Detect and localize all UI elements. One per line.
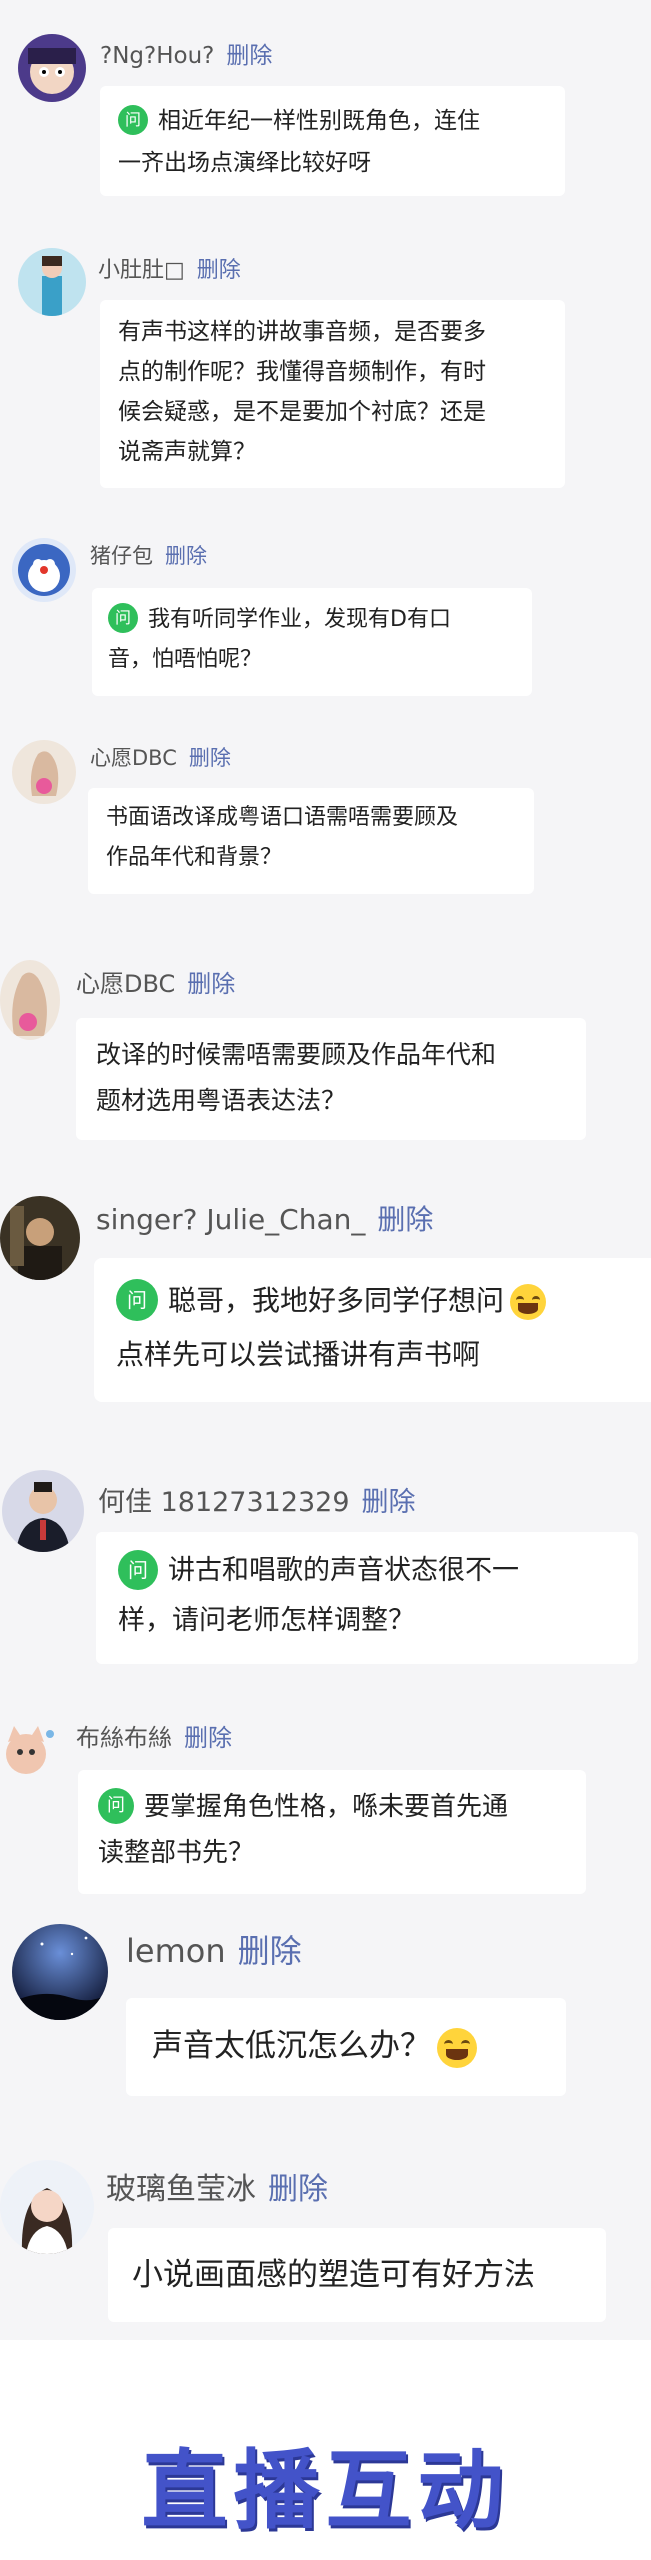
commenter-name: 心愿DBC <box>76 970 176 998</box>
question-badge-icon: 问 <box>118 104 148 135</box>
comment-text-line: 聪哥，我地好多同学仔想问 <box>168 1284 505 1317</box>
commenter-name: lemon <box>126 1932 226 1970</box>
commenter-name: 布絲布絲 <box>76 1724 172 1752</box>
comment-text-line: 讲古和唱歌的声音状态很不一 <box>168 1555 519 1586</box>
comment-text-line: 声音太低沉怎么办？ <box>152 2028 431 2064</box>
delete-link[interactable]: 删除 <box>226 36 272 70</box>
delete-link[interactable]: 删除 <box>238 1926 302 1972</box>
question-badge-icon: 问 <box>108 603 138 633</box>
comment-text-line: 音，怕唔怕呢？ <box>108 647 263 672</box>
comment-text-line: 读整部书先？ <box>98 1838 255 1868</box>
question-badge-icon: 问 <box>98 1787 134 1824</box>
question-bubble: 小说画面感的塑造可有好方法 <box>108 2228 606 2322</box>
avatar[interactable] <box>12 1924 108 2020</box>
comment-text-line: 相近年纪一样性别既角色，连住 <box>158 108 480 134</box>
delete-link[interactable]: 删除 <box>187 964 235 999</box>
comment-text-line: 作品年代和背景？ <box>106 845 283 870</box>
comment-text-line: 有声书这样的讲故事音频，是否要多 <box>118 319 486 345</box>
question-bubble: 问聪哥，我地好多同学仔想问 点样先可以尝试播讲有声书啊 <box>94 1258 651 1402</box>
commenter-name: 猪仔包 <box>90 544 153 568</box>
delete-link[interactable]: 删除 <box>197 252 241 284</box>
comment-text-line: 小说画面感的塑造可有好方法 <box>132 2257 535 2293</box>
footer-banner: 直播互动 <box>0 2340 651 2560</box>
commenter-name: singer? Julie_Chan_ <box>96 1203 366 1236</box>
comment-text-line: 说斋声就算？ <box>118 439 256 465</box>
comment-text-line: 样，请问老师怎样调整？ <box>118 1605 415 1636</box>
comment-text-line: 点的制作呢？我懂得音频制作，有时 <box>118 359 486 385</box>
question-badge-icon: 问 <box>118 1549 158 1590</box>
delete-link[interactable]: 删除 <box>268 2164 328 2208</box>
comment-text-line: 题材选用粤语表达法？ <box>96 1086 347 1115</box>
delete-link[interactable]: 删除 <box>362 1480 416 1519</box>
avatar[interactable] <box>0 960 60 1040</box>
commenter-name: 心愿DBC <box>90 746 177 770</box>
comment-text-line: 要掌握角色性格，喺未要首先通 <box>144 1792 509 1822</box>
joy-emoji-icon <box>510 1284 547 1320</box>
question-bubble: 改译的时候需唔需要顾及作品年代和 题材选用粤语表达法？ <box>76 1018 586 1140</box>
footer-title: 直播互动 <box>141 2441 510 2541</box>
comment-text-line: 改译的时候需唔需要顾及作品年代和 <box>96 1040 497 1069</box>
commenter-name: 小肚肚□ <box>98 258 185 283</box>
avatar[interactable] <box>12 538 76 602</box>
avatar[interactable] <box>18 248 86 316</box>
question-badge-icon: 问 <box>116 1279 158 1321</box>
avatar[interactable] <box>0 1720 60 1780</box>
joy-emoji-icon <box>437 2027 477 2068</box>
comment-text-line: 书面语改译成粤语口语需唔需要顾及 <box>106 805 459 830</box>
question-bubble: 有声书这样的讲故事音频，是否要多 点的制作呢？我懂得音频制作，有时 候会疑惑，是… <box>100 300 565 488</box>
question-bubble: 书面语改译成粤语口语需唔需要顾及 作品年代和背景？ <box>88 788 534 894</box>
avatar[interactable] <box>2 1470 84 1552</box>
delete-link[interactable]: 删除 <box>189 742 231 772</box>
question-bubble: 问相近年纪一样性别既角色，连住 一齐出场点演绎比较好呀 <box>100 86 565 196</box>
delete-link[interactable]: 删除 <box>184 1718 232 1753</box>
avatar[interactable] <box>0 2160 94 2254</box>
question-bubble: 问讲古和唱歌的声音状态很不一 样，请问老师怎样调整？ <box>96 1532 638 1664</box>
comment-text-line: 我有听同学作业，发现有D有口 <box>148 607 451 632</box>
avatar[interactable] <box>12 740 76 804</box>
question-bubble: 问我有听同学作业，发现有D有口 音，怕唔怕呢？ <box>92 588 532 696</box>
question-bubble: 问要掌握角色性格，喺未要首先通 读整部书先？ <box>78 1770 586 1894</box>
commenter-name: 何佳 18127312329 <box>98 1487 350 1518</box>
comment-text-line: 点样先可以尝试播讲有声书啊 <box>116 1338 481 1371</box>
avatar[interactable] <box>18 34 86 102</box>
delete-link[interactable]: 删除 <box>165 540 207 570</box>
comment-text-line: 候会疑惑，是不是要加个衬底？还是 <box>118 399 486 425</box>
commenter-name: 玻璃鱼莹冰 <box>106 2172 256 2207</box>
avatar[interactable] <box>0 1196 80 1280</box>
comment-text-line: 一齐出场点演绎比较好呀 <box>118 150 371 176</box>
commenter-name: ?Ng?Hou? <box>100 43 215 69</box>
question-bubble: 声音太低沉怎么办？ <box>126 1998 566 2096</box>
delete-link[interactable]: 删除 <box>377 1198 433 1238</box>
